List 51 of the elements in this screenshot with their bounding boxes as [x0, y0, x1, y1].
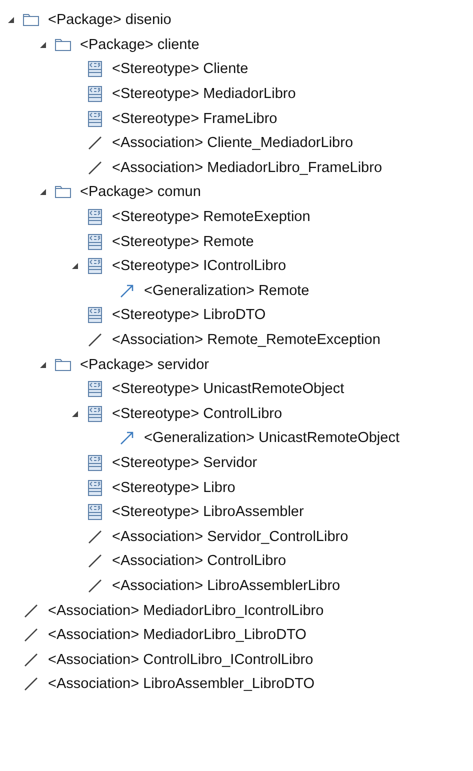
- expanded-icon[interactable]: [7, 16, 15, 24]
- stereotype-icon: [86, 478, 104, 497]
- tree-item[interactable]: <Package> servidor: [80, 356, 209, 374]
- tree-item[interactable]: <Generalization> UnicastRemoteObject: [144, 429, 400, 448]
- tree-item[interactable]: <Stereotype> IControlLibro: [112, 257, 286, 276]
- tree-item[interactable]: <Association> Remote_RemoteException: [112, 331, 380, 350]
- stereotype-icon: [86, 257, 104, 276]
- tree-item[interactable]: <Association> MediadorLibro_IcontrolLibro: [48, 602, 324, 620]
- expanded-icon[interactable]: [39, 40, 47, 49]
- stereotype-icon: [86, 380, 104, 398]
- expanded-icon[interactable]: [71, 262, 79, 270]
- tree-item[interactable]: <Association> MediadorLibro_FrameLibro: [112, 158, 382, 177]
- tree-item[interactable]: <Stereotype> MediadorLibro: [112, 85, 296, 104]
- tree-item[interactable]: <Stereotype> LibroDTO: [112, 306, 266, 324]
- tree-item[interactable]: <Association> ControlLibro: [112, 552, 286, 570]
- tree-item[interactable]: <Stereotype> Remote: [112, 232, 254, 251]
- line-icon: [86, 158, 104, 177]
- line-icon: [86, 576, 104, 595]
- tree-item[interactable]: <Generalization> Remote: [144, 282, 310, 300]
- tree-item[interactable]: <Association> MediadorLibro_LibroDTO: [48, 626, 306, 644]
- stereotype-icon: [86, 60, 104, 78]
- stereotype-icon: [86, 110, 104, 128]
- tree-item[interactable]: <Stereotype> LibroAssembler: [112, 503, 304, 522]
- expanded-icon[interactable]: [39, 360, 47, 369]
- tree-item[interactable]: <Stereotype> ControlLibro: [112, 404, 282, 423]
- tree-item[interactable]: <Stereotype> FrameLibro: [112, 110, 278, 128]
- stereotype-icon: [86, 85, 104, 104]
- tree-item[interactable]: <Stereotype> RemoteExeption: [112, 208, 310, 226]
- line-icon: [22, 602, 40, 620]
- stereotype-icon: [86, 232, 104, 251]
- tree-item[interactable]: <Package> disenio: [48, 11, 172, 30]
- stereotype-icon: [86, 208, 104, 226]
- tree-item[interactable]: <Association> Servidor_ControlLibro: [112, 528, 348, 546]
- stereotype-icon: [86, 454, 104, 472]
- stereotype-icon: [86, 306, 104, 324]
- tree-item[interactable]: <Association> LibroAssemblerLibro: [112, 576, 340, 595]
- tree-item[interactable]: <Package> comun: [80, 183, 201, 202]
- tree-item[interactable]: <Stereotype> Servidor: [112, 454, 258, 472]
- tree-item[interactable]: <Association> Cliente_MediadorLibro: [112, 134, 354, 152]
- expanded-icon[interactable]: [71, 410, 79, 418]
- tree-item[interactable]: <Association> ControlLibro_IControlLibro: [48, 650, 314, 669]
- tree-item[interactable]: <Stereotype> UnicastRemoteObject: [112, 380, 344, 398]
- stereotype-icon: [86, 404, 104, 423]
- expanded-icon[interactable]: [39, 188, 47, 196]
- tree-item[interactable]: <Package> cliente: [80, 36, 200, 54]
- line-icon: [22, 650, 40, 669]
- tree-item[interactable]: <Association> LibroAssembler_LibroDTO: [48, 675, 315, 694]
- tree-item[interactable]: <Stereotype> Cliente: [112, 60, 248, 78]
- tree-item[interactable]: <Stereotype> Libro: [112, 478, 236, 497]
- line-icon: [86, 528, 104, 546]
- stereotype-icon: [86, 503, 104, 522]
